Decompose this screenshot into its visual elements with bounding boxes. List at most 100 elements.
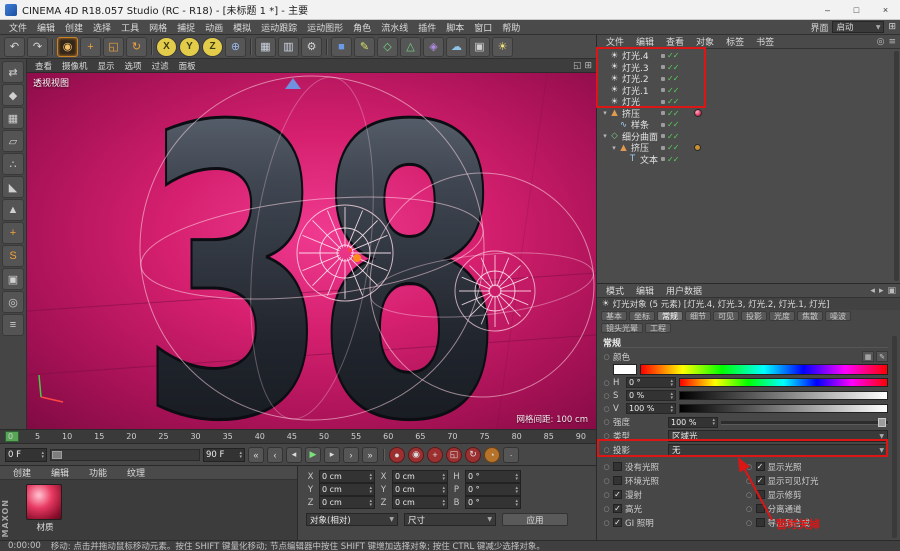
menu-item[interactable]: 文件 [4, 21, 32, 34]
color-swatch[interactable] [613, 364, 637, 375]
menu-item[interactable]: 运动跟踪 [256, 21, 302, 34]
goto-next-frame-button[interactable]: ▸ [324, 446, 340, 463]
attribute-tab[interactable]: 光度 [769, 311, 795, 321]
layout-select[interactable]: 启动 ▼ [832, 21, 885, 33]
keyframe-dot-icon[interactable]: ○ [603, 392, 610, 400]
add-cube-button[interactable]: ■ [331, 36, 352, 57]
attribute-tab[interactable]: 细节 [685, 311, 711, 321]
attribute-tab[interactable]: 常规 [657, 311, 683, 321]
checkbox-box[interactable]: ✓ [613, 476, 622, 485]
end-frame-field[interactable]: 90 F ▴ ▾ [203, 447, 245, 462]
add-light-button[interactable]: ☀ [492, 36, 513, 57]
keyframe-dot-icon[interactable]: ○ [603, 353, 610, 361]
render-settings-button[interactable]: ⚙ [301, 36, 322, 57]
coordinate-mode-select[interactable]: 对象(相对) ▼ [306, 513, 398, 526]
scrollbar[interactable] [892, 336, 897, 538]
spinner-icon[interactable]: ▴ ▾ [369, 498, 372, 507]
view-toggle-icon[interactable]: ◱ [573, 61, 582, 71]
close-button[interactable]: × [871, 0, 900, 19]
timeline-ruler[interactable]: 0 5 10 15 20 25 30 35 40 45 50 55 60 65 70 75 80 85 90 [0, 429, 596, 443]
size-field[interactable]: 0 cm ▴ ▾ [392, 483, 448, 496]
color-picker-button[interactable]: ✎ [876, 351, 888, 362]
enable-checks[interactable]: ✓✓ [667, 51, 679, 60]
visibility-dot[interactable] [661, 53, 665, 58]
record-parameter-button[interactable]: ◔ [484, 446, 500, 463]
option-checkbox[interactable]: ○ ✓ 漫射 [603, 489, 746, 501]
keyframe-dot-icon[interactable]: ○ [603, 446, 610, 454]
option-checkbox[interactable]: ○ ✓ 显示光照 [746, 461, 889, 473]
goto-end-button[interactable]: » [362, 446, 378, 463]
tool-list-button[interactable]: ≡ [2, 314, 24, 336]
attribute-tab[interactable]: 噪波 [825, 311, 851, 321]
material-thumbnail[interactable] [26, 484, 62, 520]
viewport-menu-item[interactable]: 查看 [31, 60, 56, 72]
record-keyframe-button[interactable]: ● [389, 446, 405, 463]
current-frame-field[interactable]: 0 F ▴ ▾ [5, 447, 47, 462]
object-row[interactable]: ☀ 灯光.1 ✓✓ [597, 85, 900, 97]
object-menu-item[interactable]: 查看 [661, 35, 689, 48]
option-checkbox[interactable]: ○ ✓ 环境光照 [603, 475, 746, 487]
spinner-icon[interactable]: ▴ ▾ [670, 391, 673, 400]
option-checkbox[interactable]: ○ ✓ 高光 [603, 503, 746, 515]
rotation-field[interactable]: 0 ° ▴ ▾ [465, 470, 521, 483]
viewport-canvas[interactable]: 38 透视视图 网格间距: 100 cm [27, 73, 596, 429]
color-mode-button[interactable]: ▦ [862, 351, 874, 362]
visibility-dot[interactable] [661, 145, 665, 150]
attribute-tab[interactable]: 投影 [741, 311, 767, 321]
live-selection-button[interactable]: ◉ [57, 36, 78, 57]
move-button[interactable]: + [80, 36, 101, 57]
viewport-menu-item[interactable]: 过滤 [148, 60, 173, 72]
position-field[interactable]: 0 cm ▴ ▾ [319, 470, 375, 483]
add-deformer-button[interactable]: ◈ [423, 36, 444, 57]
layout-grid-icon[interactable]: ⊞ [888, 22, 896, 32]
enable-checks[interactable]: ✓✓ [667, 143, 679, 152]
object-row[interactable]: T 文本 ✓✓ [597, 154, 900, 166]
intensity-slider[interactable] [721, 417, 888, 428]
menu-item[interactable]: 动画 [200, 21, 228, 34]
menu-item[interactable]: 编辑 [32, 21, 60, 34]
enable-checks[interactable]: ✓✓ [667, 74, 679, 83]
viewport-menu-item[interactable]: 选项 [121, 60, 146, 72]
model-mode-button[interactable]: ◆ [2, 84, 24, 106]
rotation-field[interactable]: 0 ° ▴ ▾ [465, 496, 521, 509]
visibility-dot[interactable] [661, 122, 665, 127]
transport-button[interactable] [381, 447, 386, 463]
apply-button[interactable]: 应用 [502, 513, 568, 526]
edges-mode-button[interactable]: ◣ [2, 176, 24, 198]
scrollbar[interactable] [894, 51, 899, 281]
saturation-slider[interactable] [679, 391, 888, 400]
object-row[interactable]: ☀ 灯光 ✓✓ [597, 96, 900, 109]
checkbox-box[interactable]: ✓ [755, 504, 765, 513]
enable-checks[interactable]: ✓✓ [667, 132, 679, 141]
size-field[interactable]: 0 cm ▴ ▾ [392, 496, 448, 509]
viewport-menu-item[interactable]: 显示 [94, 60, 119, 72]
attribute-tab[interactable]: 基本 [601, 311, 627, 321]
visibility-dot[interactable] [661, 65, 665, 70]
render-picture-viewer-button[interactable]: ▥ [278, 36, 299, 57]
toolbar-button[interactable] [324, 37, 329, 57]
option-checkbox[interactable]: ○ ✓ GI 照明 [603, 517, 746, 529]
keyframe-dot-icon[interactable]: ○ [603, 379, 610, 387]
checkbox-box[interactable]: ✓ [613, 504, 622, 513]
viewport-menu-item[interactable]: 摄像机 [58, 60, 92, 72]
visibility-dot[interactable] [661, 157, 665, 162]
menu-item[interactable]: 工具 [116, 21, 144, 34]
attribute-tab[interactable]: 工程 [645, 323, 671, 333]
attribute-tab[interactable]: 坐标 [629, 311, 655, 321]
redo-button[interactable]: ↷ [27, 36, 48, 57]
material-tag-icon[interactable] [694, 109, 702, 118]
spinner-icon[interactable]: ▴ ▾ [41, 450, 44, 459]
record-position-button[interactable]: + [427, 446, 443, 463]
keyframe-dot-icon[interactable]: ○ [603, 418, 610, 426]
visibility-dot[interactable] [661, 99, 665, 104]
expander-icon[interactable]: ▾ [601, 109, 609, 117]
lock-z-axis-button[interactable]: Z [202, 36, 223, 57]
attribute-tab[interactable]: 可见 [713, 311, 739, 321]
toolbar-button[interactable] [248, 37, 253, 57]
color-spectrum-bar[interactable] [640, 364, 888, 375]
spinner-icon[interactable]: ▴ ▾ [712, 418, 715, 427]
enable-checks[interactable]: ✓✓ [667, 155, 679, 164]
spinner-icon[interactable]: ▴ ▾ [369, 485, 372, 494]
enable-checks[interactable]: ✓✓ [667, 109, 679, 118]
goto-start-button[interactable]: « [248, 446, 264, 463]
